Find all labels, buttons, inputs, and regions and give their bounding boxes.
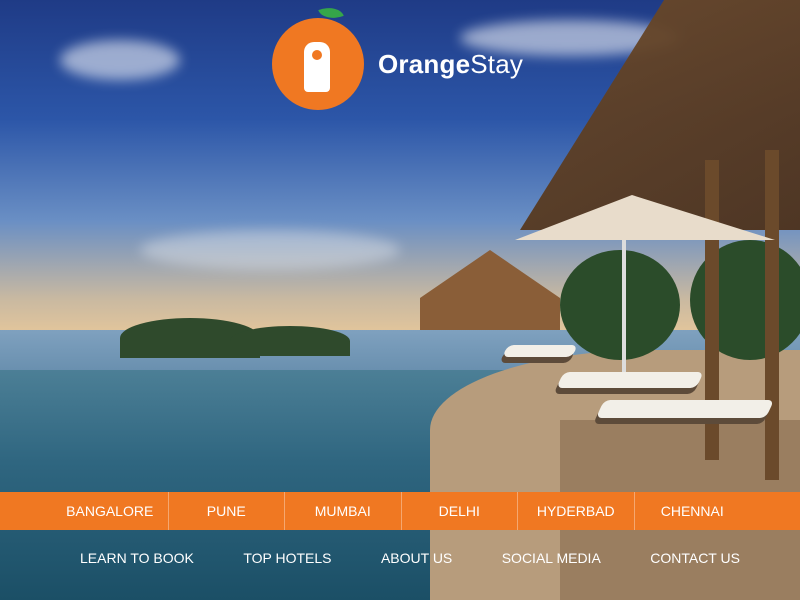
footer-link-social-media[interactable]: SOCIAL MEDIA	[492, 546, 611, 570]
tree	[560, 250, 680, 360]
lounger	[502, 345, 578, 357]
hill	[230, 326, 350, 356]
logo[interactable]: OrangeStay	[272, 2, 523, 110]
brand-name: OrangeStay	[378, 49, 523, 80]
lounger	[556, 372, 704, 388]
cloud	[60, 40, 180, 80]
footer-link-contact-us[interactable]: CONTACT US	[640, 546, 750, 570]
city-nav: BANGALORE PUNE MUMBAI DELHI HYDERBAD CHE…	[52, 492, 750, 530]
footer-nav: LEARN TO BOOK TOP HOTELS ABOUT US SOCIAL…	[70, 546, 750, 570]
door-hanger-icon	[272, 2, 364, 110]
city-link-mumbai[interactable]: MUMBAI	[285, 492, 402, 530]
city-link-pune[interactable]: PUNE	[169, 492, 285, 530]
umbrella-pole	[622, 240, 626, 390]
footer-link-learn-to-book[interactable]: LEARN TO BOOK	[70, 546, 204, 570]
lounger	[595, 400, 775, 418]
footer-link-top-hotels[interactable]: TOP HOTELS	[233, 546, 341, 570]
hanger-shape	[304, 42, 330, 92]
city-link-bangalore[interactable]: BANGALORE	[52, 492, 169, 530]
footer-link-about-us[interactable]: ABOUT US	[371, 546, 462, 570]
cloud	[140, 230, 400, 270]
roof-post	[765, 150, 779, 480]
brand-name-bold: Orange	[378, 48, 471, 79]
city-link-delhi[interactable]: DELHI	[402, 492, 518, 530]
brand-name-light: Stay	[470, 48, 524, 79]
city-bar-edge-left	[0, 492, 52, 530]
city-link-hyderbad[interactable]: HYDERBAD	[518, 492, 635, 530]
city-link-chennai[interactable]: CHENNAI	[635, 492, 751, 530]
city-bar-edge-right	[750, 492, 800, 530]
